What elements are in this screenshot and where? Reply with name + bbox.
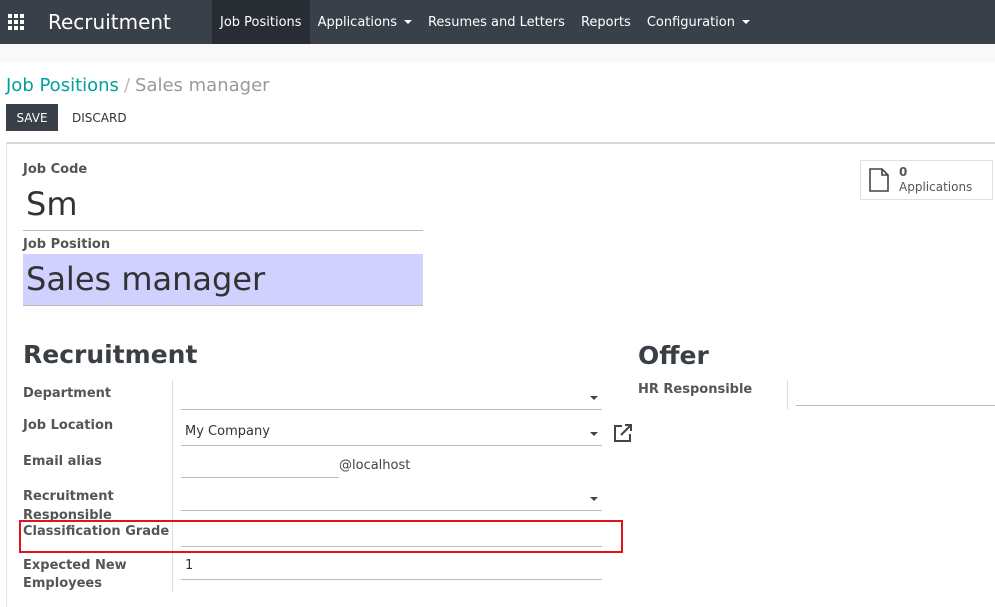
breadcrumb-separator: /: [123, 75, 131, 96]
applications-count: 0: [899, 165, 908, 179]
document-icon: [869, 168, 889, 192]
breadcrumb-parent-link[interactable]: Job Positions: [6, 75, 119, 96]
job-position-input[interactable]: Sales manager: [23, 254, 423, 306]
recruitment-responsible-select[interactable]: [181, 481, 602, 511]
menu-job-positions[interactable]: Job Positions: [212, 0, 310, 44]
chevron-down-icon: [590, 396, 598, 400]
recruitment-responsible-label-line1: Recruitment: [23, 489, 114, 504]
job-location-label: Job Location: [23, 418, 114, 433]
applications-label: Applications: [899, 180, 973, 194]
email-alias-label: Email alias: [23, 454, 102, 469]
breadcrumb: Job Positions / Sales manager: [6, 75, 270, 96]
menu-configuration[interactable]: Configuration: [639, 0, 758, 44]
expected-employees-label-line1: Expected New: [23, 558, 127, 573]
apps-menu-button[interactable]: [0, 0, 28, 44]
applications-smart-button[interactable]: 0 Applications: [860, 160, 993, 200]
offer-section-title: Offer: [638, 341, 709, 370]
expected-employees-input[interactable]: 1: [181, 550, 602, 580]
email-alias-domain: @localhost: [339, 458, 411, 473]
chevron-down-icon: [590, 497, 598, 501]
email-alias-input[interactable]: [181, 448, 339, 478]
external-link-icon[interactable]: [613, 423, 633, 443]
menu-reports-label: Reports: [580, 14, 631, 30]
expected-employees-label-line2: Employees: [23, 576, 102, 591]
job-code-label: Job Code: [23, 162, 88, 177]
classification-grade-input[interactable]: [181, 517, 602, 547]
menu-resumes-and-letters[interactable]: Resumes and Letters: [420, 0, 573, 44]
top-navbar: Recruitment Job Positions Applications R…: [0, 0, 995, 44]
menu-applications[interactable]: Applications: [310, 0, 420, 44]
caret-down-icon: [741, 20, 750, 24]
menu-applications-label: Applications: [317, 14, 397, 30]
job-location-select[interactable]: My Company: [181, 416, 602, 446]
job-location-value: My Company: [185, 424, 270, 439]
caret-down-icon: [403, 20, 412, 24]
menu-reports[interactable]: Reports: [573, 0, 639, 44]
department-label: Department: [23, 386, 112, 401]
subbar-strip: [0, 44, 995, 62]
form-sheet-left-border: [6, 142, 7, 607]
expected-employees-label: Expected New Employees: [23, 557, 127, 593]
recruitment-section-title: Recruitment: [23, 340, 198, 369]
discard-button[interactable]: DISCARD: [66, 104, 133, 131]
recruitment-responsible-label: Recruitment Responsible: [23, 487, 114, 525]
menu-job-positions-label: Job Positions: [220, 14, 302, 30]
hr-responsible-label: HR Responsible: [638, 382, 753, 397]
chevron-down-icon: [590, 432, 598, 436]
job-code-input[interactable]: Sm: [23, 184, 423, 231]
classification-grade-label: Classification Grade: [23, 524, 170, 539]
form-sheet-border: [6, 142, 995, 144]
menu-configuration-label: Configuration: [646, 14, 735, 30]
save-button[interactable]: SAVE: [6, 104, 58, 131]
job-position-label: Job Position: [23, 237, 111, 252]
offer-label-divider: [787, 380, 788, 410]
grid-icon: [8, 14, 24, 30]
hr-responsible-select[interactable]: [796, 376, 995, 406]
label-column-divider: [172, 380, 173, 592]
app-title: Recruitment: [48, 10, 171, 34]
recruitment-responsible-label-line2: Responsible: [23, 508, 112, 523]
menu-resumes-label: Resumes and Letters: [427, 14, 565, 30]
department-select[interactable]: [181, 380, 602, 410]
breadcrumb-current: Sales manager: [135, 75, 270, 96]
